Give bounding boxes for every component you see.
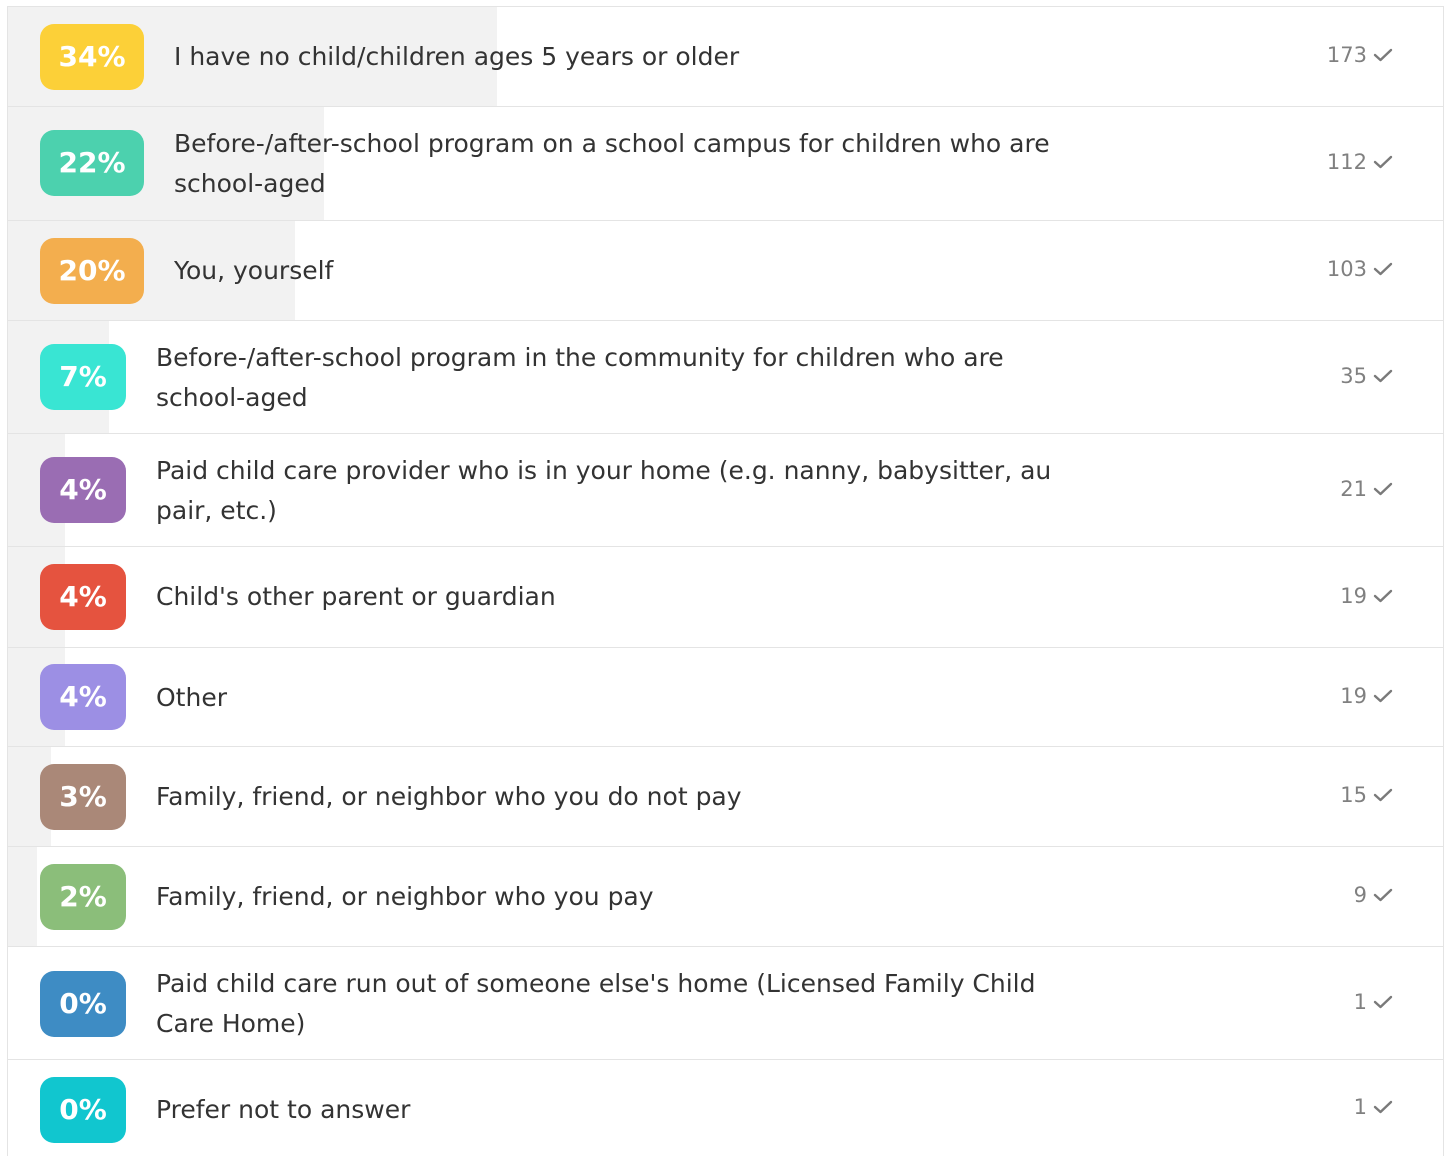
poll-option-row[interactable]: 0% Paid child care run out of someone els…: [8, 947, 1443, 1060]
vote-count: 9: [1354, 883, 1393, 907]
vote-count: 103: [1327, 257, 1393, 281]
option-label: Other: [156, 683, 227, 712]
percent-badge: 7%: [40, 344, 126, 410]
vote-count-number: 103: [1326, 257, 1367, 281]
option-label: You, yourself: [174, 256, 334, 285]
check-icon: [1373, 262, 1393, 276]
option-label: Family, friend, or neighbor who you pay: [156, 882, 654, 911]
poll-option-row[interactable]: 20% You, yourself 103: [8, 221, 1443, 321]
poll-option-row[interactable]: 7% Before-/after-school program in the co…: [8, 321, 1443, 434]
vote-count-number: 21: [1340, 476, 1367, 501]
check-icon: [1373, 788, 1393, 802]
check-icon: [1373, 589, 1393, 602]
percent-badge: 0%: [40, 971, 126, 1037]
option-label: Paid child care provider who is in your …: [156, 456, 1052, 525]
poll-option-row[interactable]: 34% I have no child/children ages 5 years…: [8, 7, 1443, 107]
poll-results-list: 34% I have no child/children ages 5 years…: [7, 6, 1444, 1156]
check-icon: [1373, 995, 1393, 1008]
vote-count: 19: [1340, 684, 1393, 708]
vote-count-number: 112: [1326, 150, 1367, 174]
poll-option-row[interactable]: 4% Other 19: [8, 648, 1443, 747]
option-label: Before-/after-school program in the comm…: [156, 343, 1004, 412]
option-label: Before-/after-school program on a school…: [174, 129, 1050, 198]
check-icon: [1373, 482, 1393, 495]
poll-option-row[interactable]: 3% Family, friend, or neighbor who you do…: [8, 747, 1443, 847]
vote-count: 21: [1340, 477, 1393, 501]
percent-badge: 4%: [40, 457, 126, 523]
vote-count-number: 19: [1340, 683, 1367, 708]
poll-option-row[interactable]: 4% Child's other parent or guardian 19: [8, 547, 1443, 648]
vote-count: 15: [1340, 783, 1393, 807]
check-icon: [1373, 1100, 1393, 1113]
vote-count-number: 19: [1340, 583, 1367, 608]
percent-badge: 22%: [40, 130, 144, 196]
percent-badge: 3%: [40, 764, 126, 830]
vote-count: 19: [1340, 584, 1393, 608]
check-icon: [1373, 155, 1393, 169]
check-icon: [1373, 888, 1393, 902]
option-label: Paid child care run out of someone else'…: [156, 969, 1036, 1038]
vote-count-number: 35: [1340, 363, 1367, 388]
percent-badge: 34%: [40, 24, 144, 90]
vote-count: 1: [1354, 1095, 1393, 1119]
vote-count-number: 173: [1326, 43, 1367, 67]
vote-count-number: 9: [1353, 883, 1367, 907]
vote-count: 1: [1354, 990, 1393, 1014]
check-icon: [1373, 369, 1393, 382]
result-fill-bar: [8, 847, 37, 946]
poll-option-row[interactable]: 22% Before-/after-school program on a sch…: [8, 107, 1443, 221]
vote-count-number: 1: [1353, 989, 1367, 1014]
option-label: I have no child/children ages 5 years or…: [174, 42, 740, 71]
percent-badge: 4%: [40, 564, 126, 630]
option-label: Child's other parent or guardian: [156, 582, 556, 611]
percent-badge: 20%: [40, 238, 144, 304]
poll-option-row[interactable]: 0% Prefer not to answer 1: [8, 1060, 1443, 1157]
percent-badge: 2%: [40, 864, 126, 930]
check-icon: [1373, 689, 1393, 702]
vote-count: 112: [1327, 150, 1393, 174]
percent-badge: 0%: [40, 1077, 126, 1143]
vote-count: 35: [1340, 364, 1393, 388]
vote-count-number: 1: [1353, 1094, 1367, 1119]
option-label: Prefer not to answer: [156, 1095, 411, 1124]
check-icon: [1373, 48, 1393, 62]
vote-count-number: 15: [1340, 783, 1367, 807]
vote-count: 173: [1327, 43, 1393, 67]
option-label: Family, friend, or neighbor who you do n…: [156, 782, 742, 811]
poll-option-row[interactable]: 2% Family, friend, or neighbor who you pa…: [8, 847, 1443, 947]
percent-badge: 4%: [40, 664, 126, 730]
poll-option-row[interactable]: 4% Paid child care provider who is in you…: [8, 434, 1443, 547]
